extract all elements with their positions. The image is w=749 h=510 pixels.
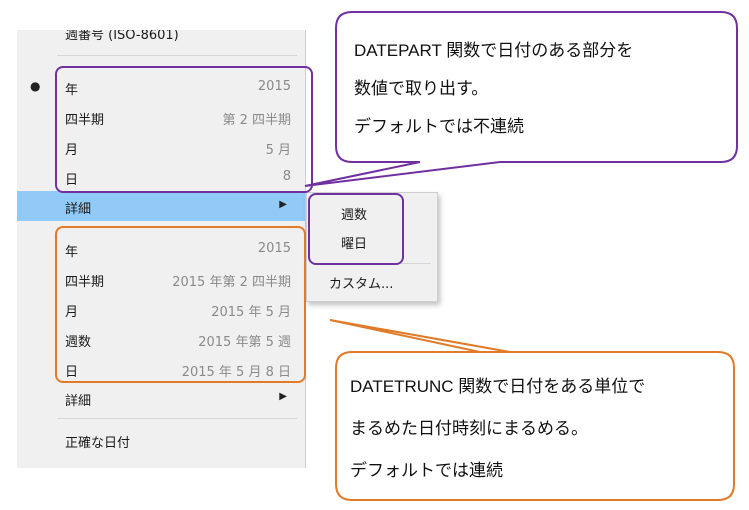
callout-line: まるめた日付時刻にまるめる。 (350, 419, 588, 438)
datepart-callout-text: DATEPART 関数で日付のある部分を 数値で取り出す。 デフォルトでは不連続 (354, 40, 633, 154)
callout-line: DATEPART 関数で日付のある部分を (354, 41, 634, 60)
datetrunc-callout-text: DATETRUNC 関数で日付をある単位で まるめた日付時刻にまるめる。 デフォ… (350, 376, 645, 502)
callout-line: DATETRUNC 関数で日付をある単位で (350, 377, 646, 396)
callout-line: デフォルトでは連続 (350, 461, 503, 480)
callout-line: 数値で取り出す。 (354, 79, 489, 98)
callout-line: デフォルトでは不連続 (354, 117, 524, 136)
